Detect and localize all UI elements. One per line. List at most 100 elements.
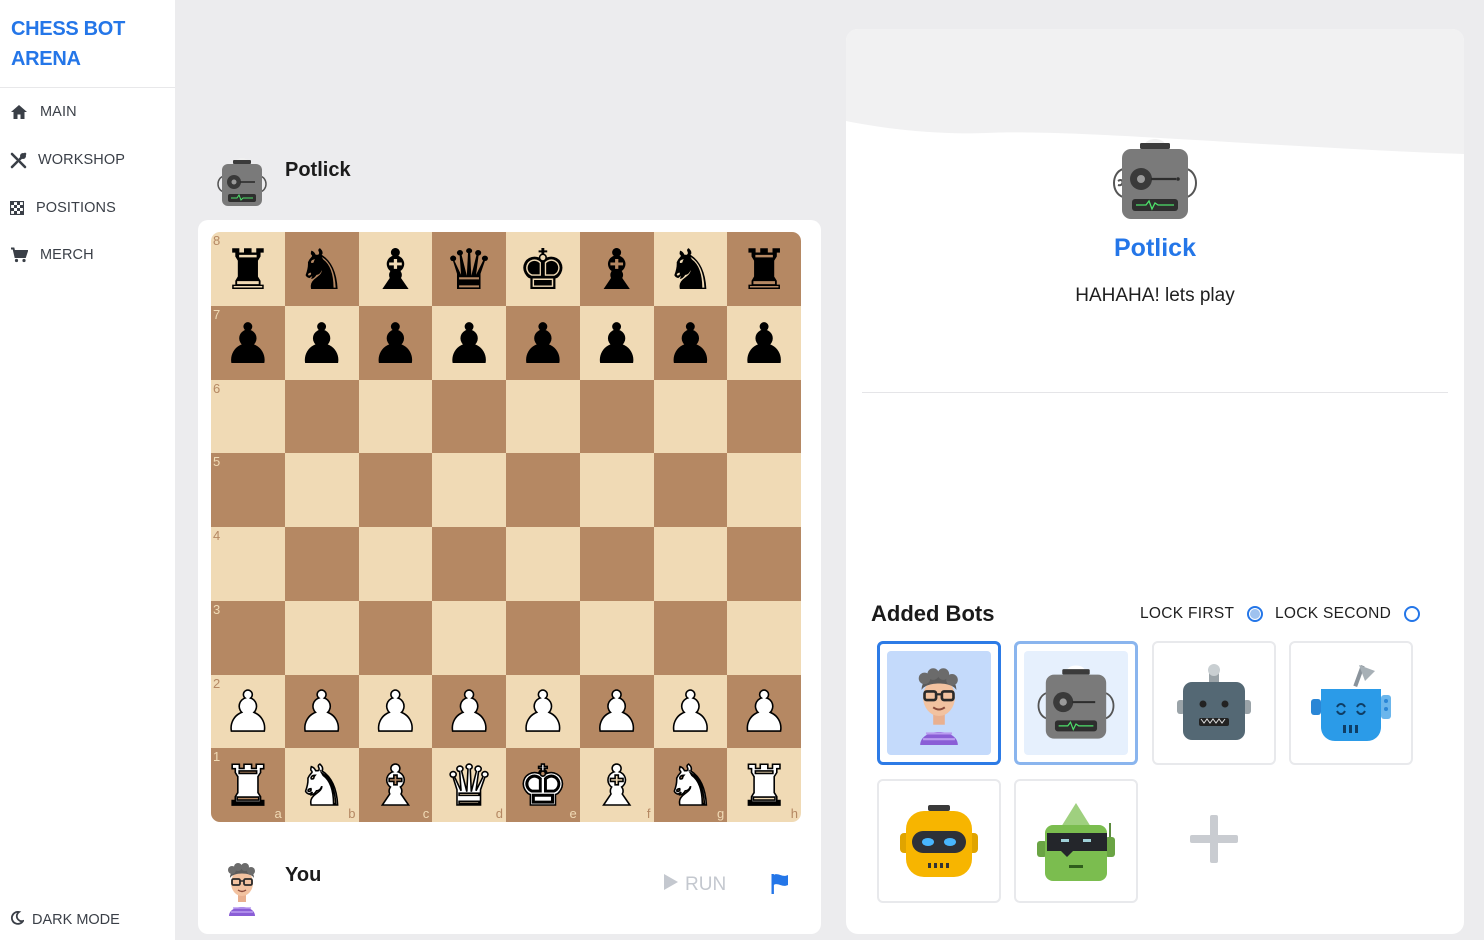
white-pawn-icon[interactable]: ♟ [664,684,716,742]
board-square-f4[interactable] [579,527,654,601]
board-square-g7[interactable]: ♟ [653,305,728,380]
board-square-a4[interactable]: 4 [211,527,285,601]
board-square-d5[interactable] [432,453,506,527]
board-square-h7[interactable]: ♟ [727,305,801,380]
board-square-d7[interactable]: ♟ [432,305,506,380]
board-square-d4[interactable] [432,527,506,601]
bot-card-slate-robot[interactable] [1152,641,1276,765]
board-square-g5[interactable] [653,453,728,527]
board-square-c3[interactable] [358,600,433,675]
board-square-c1[interactable]: c ♝ [358,748,433,822]
black-pawn-icon[interactable]: ♟ [518,316,568,373]
board-square-d6[interactable] [432,379,506,454]
board-square-b7[interactable]: ♟ [284,305,359,380]
sidebar-item-positions[interactable]: POSITIONS [10,197,116,219]
board-square-f6[interactable] [579,379,654,454]
board-square-h1[interactable]: h ♜ [727,748,801,822]
board-square-h8[interactable]: ♜ [727,232,801,306]
board-square-e6[interactable] [506,379,580,454]
black-bishop-icon[interactable]: ♝ [592,242,642,299]
board-square-b2[interactable]: ♟ [284,674,359,749]
black-pawn-icon[interactable]: ♟ [444,316,494,373]
board-square-e3[interactable] [506,600,580,675]
board-square-b8[interactable]: ♞ [284,232,359,306]
white-pawn-icon[interactable]: ♟ [738,684,790,742]
run-button[interactable]: RUN [663,873,726,897]
board-square-c7[interactable]: ♟ [358,305,433,380]
board-square-d8[interactable]: ♛ [432,232,506,306]
black-pawn-icon[interactable]: ♟ [665,316,715,373]
board-square-a2[interactable]: 2 ♟ [211,674,285,749]
board-square-a6[interactable]: 6 [211,379,285,454]
white-king-icon[interactable]: ♚ [517,758,569,816]
lock-first-radio[interactable] [1247,606,1264,622]
board-square-g1[interactable]: g ♞ [653,748,728,822]
board-square-d2[interactable]: ♟ [432,674,506,749]
black-pawn-icon[interactable]: ♟ [223,316,273,373]
board-square-g4[interactable] [653,527,728,601]
board-square-c4[interactable] [358,527,433,601]
black-bishop-icon[interactable]: ♝ [370,242,420,299]
black-rook-icon[interactable]: ♜ [223,242,273,299]
board-square-d3[interactable] [432,600,506,675]
board-square-a3[interactable]: 3 [211,600,285,675]
white-pawn-icon[interactable]: ♟ [296,684,348,742]
lock-second-toggle[interactable]: LOCK SECOND [1275,605,1421,623]
board-square-a8[interactable]: 8 ♜ [211,232,285,306]
sidebar-item-main[interactable]: MAIN [10,101,77,123]
sidebar-item-workshop[interactable]: WORKSHOP [10,149,125,171]
board-square-e5[interactable] [506,453,580,527]
lock-first-toggle[interactable]: LOCK FIRST [1140,605,1264,623]
white-knight-icon[interactable]: ♞ [296,758,348,816]
sidebar-item-merch[interactable]: MERCH [10,244,94,266]
white-queen-icon[interactable]: ♛ [443,758,495,816]
black-pawn-icon[interactable]: ♟ [592,316,642,373]
board-square-e8[interactable]: ♚ [506,232,580,306]
board-square-c6[interactable] [358,379,433,454]
board-square-g2[interactable]: ♟ [653,674,728,749]
bot-card-yellow-robot[interactable] [877,779,1001,903]
white-pawn-icon[interactable]: ♟ [443,684,495,742]
board-square-h2[interactable]: ♟ [727,674,801,749]
board-square-c8[interactable]: ♝ [358,232,433,306]
board-square-e1[interactable]: e ♚ [506,748,580,822]
board-square-f5[interactable] [579,453,654,527]
board-square-d1[interactable]: d ♛ [432,748,506,822]
board-square-a7[interactable]: 7 ♟ [211,305,285,380]
board-square-g8[interactable]: ♞ [653,232,728,306]
board-square-f2[interactable]: ♟ [579,674,654,749]
board-square-f1[interactable]: f ♝ [579,748,654,822]
board-square-b3[interactable] [284,600,359,675]
bot-card-blue-robot[interactable] [1289,641,1413,765]
board-square-c5[interactable] [358,453,433,527]
white-rook-icon[interactable]: ♜ [222,758,274,816]
resign-flag-button[interactable] [770,873,790,900]
bot-card-potlick[interactable] [1014,641,1138,765]
board-square-f8[interactable]: ♝ [579,232,654,306]
bot-card-human-player[interactable] [877,641,1001,765]
board-square-b4[interactable] [284,527,359,601]
board-square-f3[interactable] [579,600,654,675]
app-title[interactable]: CHESS BOT ARENA [11,14,161,74]
white-bishop-icon[interactable]: ♝ [591,758,643,816]
white-knight-icon[interactable]: ♞ [664,758,716,816]
add-bot-button[interactable] [1152,779,1276,903]
board-square-e4[interactable] [506,527,580,601]
board-square-h6[interactable] [727,379,801,454]
bot-card-green-robot[interactable] [1014,779,1138,903]
board-square-b6[interactable] [284,379,359,454]
white-pawn-icon[interactable]: ♟ [591,684,643,742]
board-square-f7[interactable]: ♟ [579,305,654,380]
white-pawn-icon[interactable]: ♟ [517,684,569,742]
black-knight-icon[interactable]: ♞ [665,242,715,299]
board-square-g6[interactable] [653,379,728,454]
board-square-e2[interactable]: ♟ [506,674,580,749]
black-pawn-icon[interactable]: ♟ [297,316,347,373]
black-pawn-icon[interactable]: ♟ [370,316,420,373]
board-square-a5[interactable]: 5 [211,453,285,527]
board-square-h3[interactable] [727,600,801,675]
white-bishop-icon[interactable]: ♝ [369,758,421,816]
board-square-h5[interactable] [727,453,801,527]
board-square-h4[interactable] [727,527,801,601]
white-pawn-icon[interactable]: ♟ [222,684,274,742]
